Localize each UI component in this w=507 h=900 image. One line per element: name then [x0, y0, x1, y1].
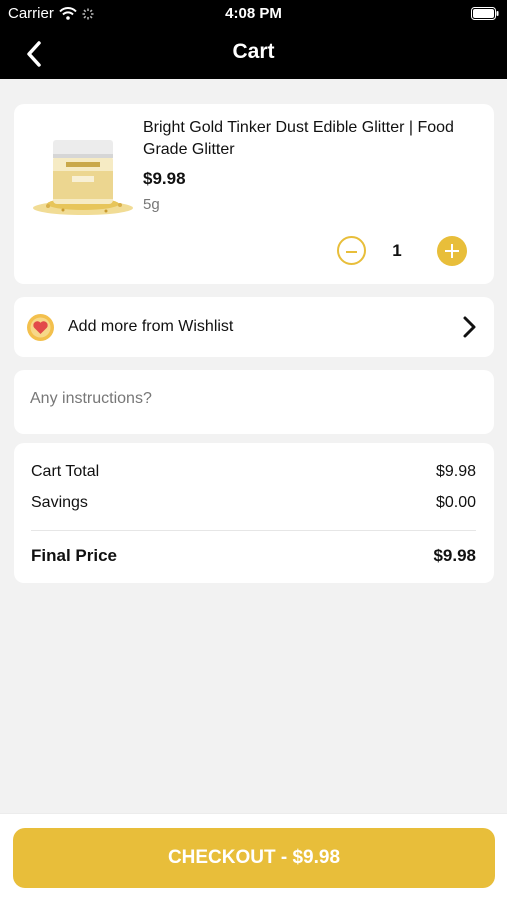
status-time: 4:08 PM — [225, 5, 282, 22]
product-price: $9.98 — [143, 169, 186, 188]
quantity-stepper: 1 — [337, 236, 467, 266]
instructions-input[interactable] — [30, 390, 470, 408]
wishlist-label: Add more from Wishlist — [68, 318, 234, 335]
savings-label: Savings — [31, 494, 88, 511]
checkout-button[interactable]: CHECKOUT - $9.98 — [13, 828, 495, 888]
cart-total-value: $9.98 — [435, 463, 476, 480]
quantity-value: 1 — [392, 241, 402, 260]
price-summary-card: Cart Total $9.98 Savings $0.00 Final Pri… — [14, 443, 494, 583]
cart-item-card: Bright Gold Tinker Dust Edible Glitter |… — [14, 104, 494, 284]
cart-total-row: Cart Total $9.98 — [31, 463, 476, 481]
instructions-card — [14, 370, 494, 434]
product-name: Bright Gold Tinker Dust Edible Glitter |… — [143, 119, 454, 158]
savings-row: Savings $0.00 — [31, 494, 476, 512]
nav-bar: Cart — [0, 28, 507, 79]
final-price-label: Final Price — [31, 546, 117, 565]
wishlist-row[interactable]: Add more from Wishlist — [14, 297, 494, 357]
chevron-right-icon — [463, 316, 476, 338]
page-title: Cart — [232, 40, 275, 63]
status-bar: Carrier 4:08 PM — [0, 0, 507, 28]
product-weight: 5g — [143, 196, 160, 213]
battery-icon — [471, 7, 499, 20]
cart-total-label: Cart Total — [31, 463, 100, 480]
product-image — [33, 140, 133, 215]
decrease-quantity-button[interactable] — [337, 236, 366, 265]
final-price-value: $9.98 — [433, 546, 476, 565]
checkout-footer: CHECKOUT - $9.98 — [0, 813, 507, 900]
savings-value: $0.00 — [435, 494, 476, 511]
final-price-row: Final Price $9.98 — [31, 546, 476, 566]
summary-divider — [31, 530, 476, 531]
increase-quantity-button[interactable] — [437, 236, 467, 266]
heart-icon — [27, 314, 54, 341]
